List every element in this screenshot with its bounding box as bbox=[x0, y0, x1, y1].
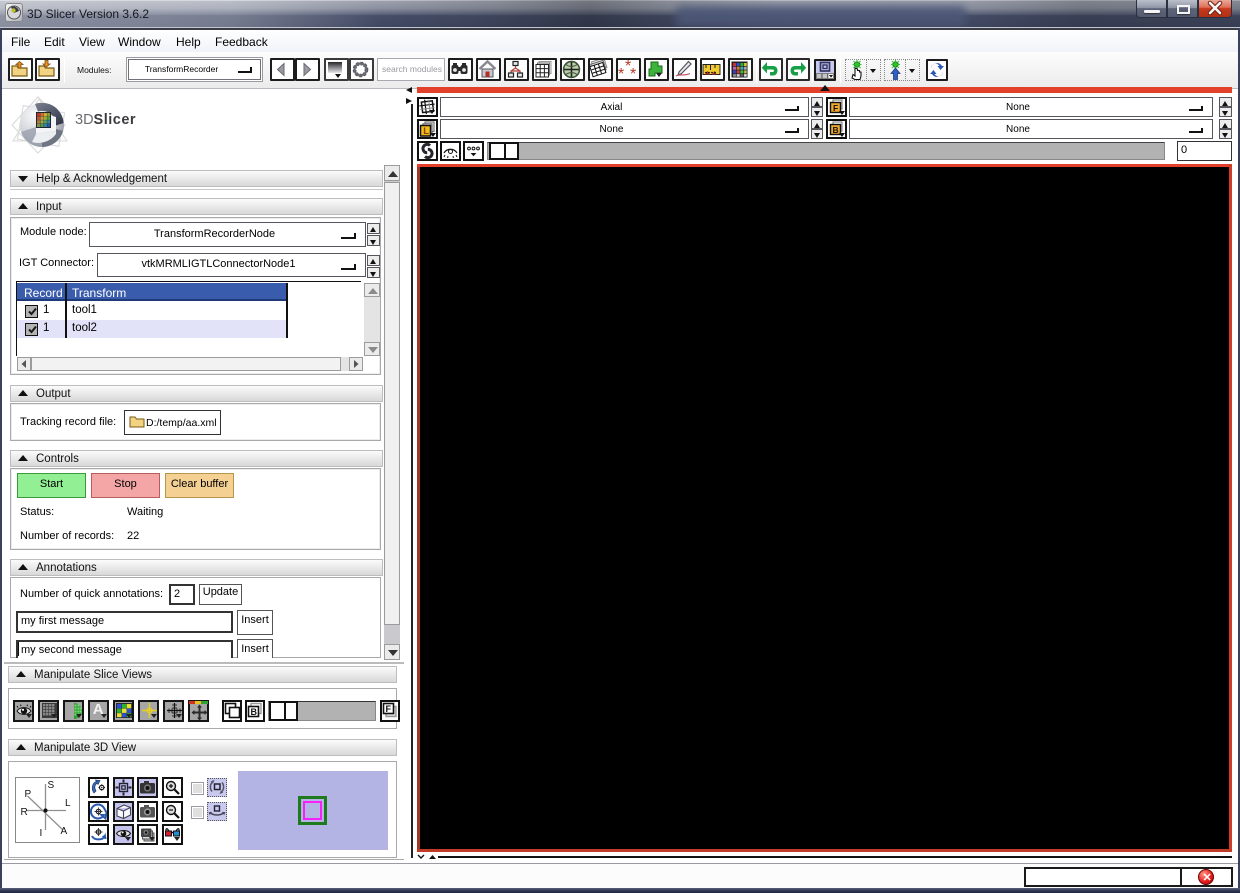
svg-text:L: L bbox=[423, 126, 429, 137]
svg-text:A: A bbox=[61, 826, 68, 837]
svg-text:F: F bbox=[386, 704, 392, 714]
svg-text:R: R bbox=[21, 807, 28, 818]
svg-text:P: P bbox=[25, 789, 32, 800]
svg-text:F: F bbox=[833, 103, 838, 113]
svg-text:I: I bbox=[40, 828, 43, 839]
svg-text:B: B bbox=[833, 125, 839, 135]
svg-text:S: S bbox=[48, 780, 55, 791]
svg-text:B: B bbox=[251, 707, 258, 717]
svg-text:L: L bbox=[65, 798, 71, 809]
